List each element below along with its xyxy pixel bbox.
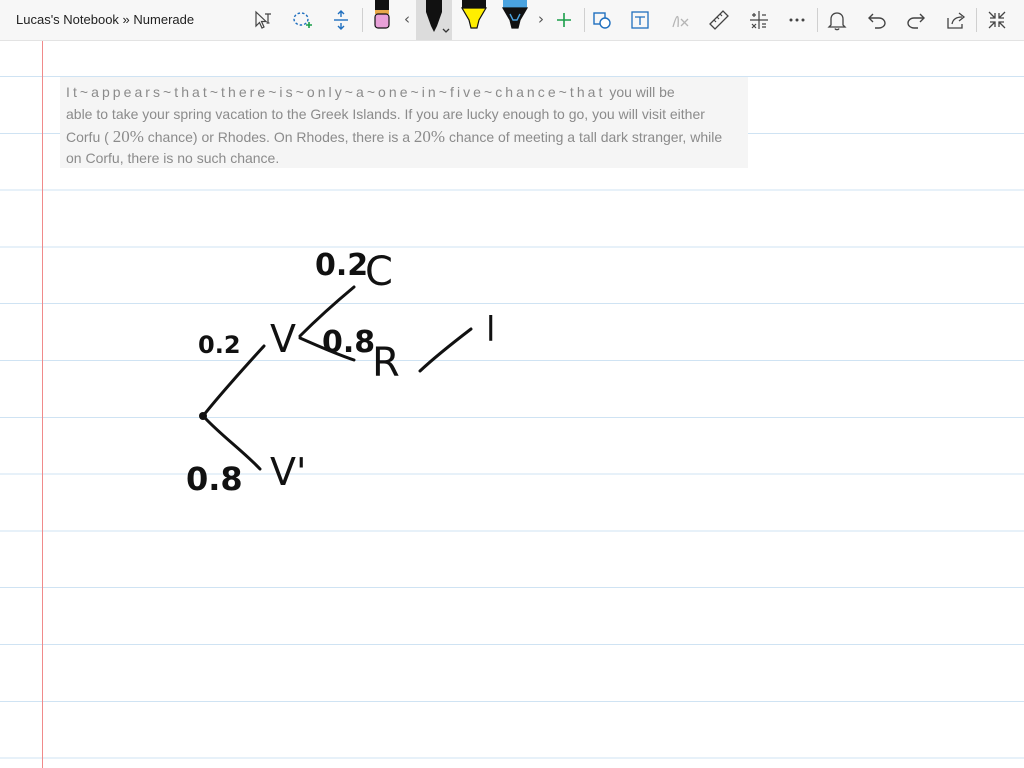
bell-icon xyxy=(827,12,847,31)
question-line3-c: chance of meeting a tall dark stranger, … xyxy=(445,128,723,145)
redo-icon xyxy=(907,13,925,29)
ink-to-shape-button[interactable] xyxy=(586,4,618,36)
question-line1-rest: you will be xyxy=(605,84,675,100)
undo-button[interactable] xyxy=(861,4,893,36)
share-button[interactable] xyxy=(940,4,972,36)
ink-to-shape-icon xyxy=(593,12,611,29)
full-screen-button[interactable] xyxy=(981,4,1013,36)
toolbar-separator xyxy=(362,8,363,32)
notifications-button[interactable] xyxy=(821,4,853,36)
question-line2: able to take your spring vacation to the… xyxy=(66,105,705,122)
text-mode-button[interactable] xyxy=(246,4,278,36)
plus-icon xyxy=(557,13,571,27)
page-margin-line xyxy=(42,41,43,768)
pen-icon xyxy=(374,0,390,29)
math-button[interactable] xyxy=(743,4,775,36)
more-button[interactable] xyxy=(781,4,813,36)
notebook-breadcrumb[interactable]: Lucas's Notebook » Numerade xyxy=(16,12,194,27)
question-paragraph: It~appears~that~there~is~only~a~one~in~f… xyxy=(66,82,742,170)
math-percent-1: 20% xyxy=(112,126,144,146)
ruler-button[interactable] xyxy=(703,4,735,36)
ruler-icon xyxy=(709,10,729,30)
toolbar-separator xyxy=(817,8,818,32)
highlighter-icon xyxy=(501,0,529,29)
question-line4: on Corfu, there is no such chance. xyxy=(66,150,280,167)
ink-to-math-button[interactable] xyxy=(664,4,696,36)
add-space-button[interactable] xyxy=(325,4,357,36)
pen-pink-button[interactable] xyxy=(364,0,400,40)
math-icon xyxy=(750,11,768,29)
add-pen-button[interactable] xyxy=(548,4,580,36)
lasso-select-icon xyxy=(293,12,312,28)
more-icon xyxy=(789,18,805,22)
redo-button[interactable] xyxy=(900,4,932,36)
add-space-icon xyxy=(334,10,348,30)
math-percent-2: 20% xyxy=(413,126,446,146)
ribbon-toolbar: Lucas's Notebook » Numerade ‹ › xyxy=(0,0,1024,41)
ink-to-text-button[interactable] xyxy=(624,4,656,36)
lasso-select-button[interactable] xyxy=(286,4,318,36)
pen-icon xyxy=(426,0,450,33)
question-spaced-text: It~appears~that~there~is~only~a~one~in~f… xyxy=(66,84,606,100)
question-line3-a: Corfu ( xyxy=(66,128,113,145)
collapse-icon xyxy=(988,11,1006,29)
highlighter-icon xyxy=(460,0,488,29)
highlighter-yellow-button[interactable] xyxy=(456,0,492,40)
cursor-text-icon xyxy=(255,10,271,29)
toolbar-separator xyxy=(976,8,977,32)
question-line3-b: chance) or Rhodes. On Rhodes, there is a xyxy=(143,128,414,145)
pen-black-button[interactable] xyxy=(416,0,452,40)
chevron-right-icon[interactable]: › xyxy=(538,10,544,28)
share-icon xyxy=(947,12,966,29)
chevron-left-icon[interactable]: ‹ xyxy=(404,10,410,28)
ink-to-text-icon xyxy=(631,11,649,29)
question-text-block[interactable]: It~appears~that~there~is~only~a~one~in~f… xyxy=(60,77,748,168)
toolbar-separator xyxy=(584,8,585,32)
undo-icon xyxy=(868,13,886,29)
ink-to-math-icon xyxy=(672,15,689,28)
highlighter-blue-button[interactable] xyxy=(497,0,533,40)
